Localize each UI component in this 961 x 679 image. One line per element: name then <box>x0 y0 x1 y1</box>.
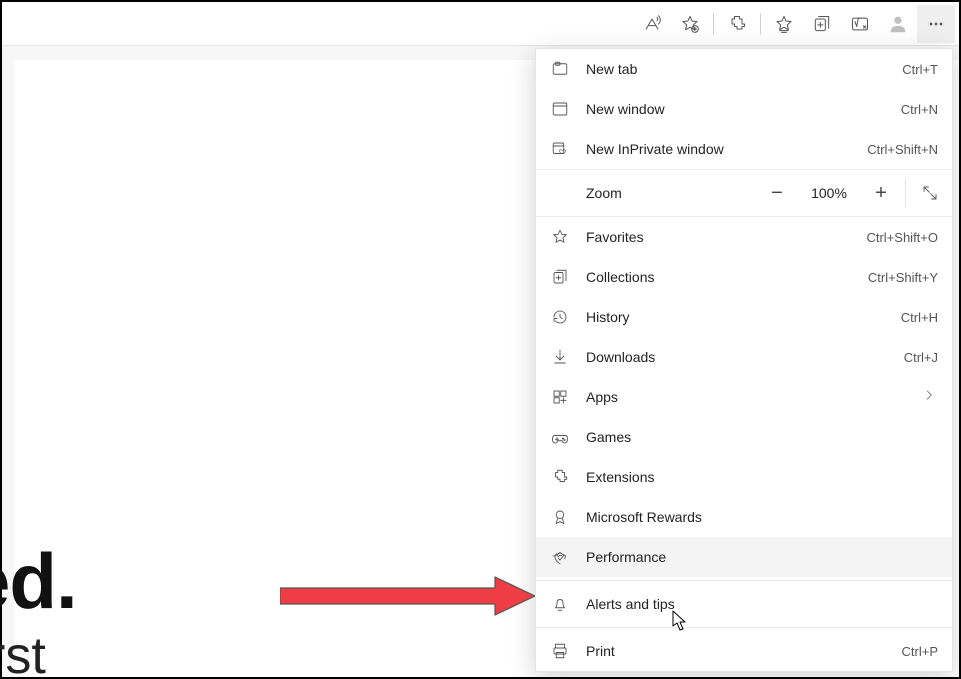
bell-icon <box>550 594 570 614</box>
chevron-right-icon <box>922 388 938 407</box>
favorites-star-icon <box>550 227 570 247</box>
zoom-value: 100% <box>799 185 859 201</box>
browser-toolbar <box>2 2 959 46</box>
menu-label: Alerts and tips <box>586 596 938 612</box>
menu-item-extensions[interactable]: Extensions <box>536 457 952 497</box>
menu-shortcut: Ctrl+J <box>904 350 938 365</box>
new-tab-icon <box>550 59 570 79</box>
toolbar-separator <box>713 13 714 35</box>
collections-icon <box>550 267 570 287</box>
menu-shortcut: Ctrl+T <box>902 62 938 77</box>
new-window-icon <box>550 99 570 119</box>
menu-item-performance[interactable]: Performance <box>536 537 952 577</box>
menu-item-games[interactable]: Games <box>536 417 952 457</box>
history-icon <box>550 307 570 327</box>
zoom-out-button[interactable]: − <box>755 171 799 215</box>
toolbar-right-icons <box>633 2 955 45</box>
menu-label: Apps <box>586 389 922 405</box>
menu-separator <box>536 627 952 628</box>
more-menu-button[interactable] <box>917 5 955 43</box>
menu-item-history[interactable]: History Ctrl+H <box>536 297 952 337</box>
menu-item-new-window[interactable]: New window Ctrl+N <box>536 89 952 129</box>
menu-shortcut: Ctrl+Shift+N <box>867 142 938 157</box>
menu-item-new-tab[interactable]: New tab Ctrl+T <box>536 49 952 89</box>
profile-icon[interactable] <box>879 5 917 43</box>
menu-label: Games <box>586 429 938 445</box>
add-favorite-icon[interactable] <box>671 5 709 43</box>
settings-and-more-menu: New tab Ctrl+T New window Ctrl+N New InP… <box>535 48 953 672</box>
zoom-separator <box>905 178 906 208</box>
menu-item-apps[interactable]: Apps <box>536 377 952 417</box>
menu-label: History <box>586 309 901 325</box>
downloads-icon <box>550 347 570 367</box>
menu-item-new-inprivate[interactable]: New InPrivate window Ctrl+Shift+N <box>536 129 952 169</box>
games-icon <box>550 427 570 447</box>
menu-label: Collections <box>586 269 868 285</box>
performance-icon <box>550 547 570 567</box>
apps-icon <box>550 387 570 407</box>
menu-label: Downloads <box>586 349 904 365</box>
menu-label: New InPrivate window <box>586 141 867 157</box>
read-aloud-icon[interactable] <box>633 5 671 43</box>
extensions-icon[interactable] <box>718 5 756 43</box>
menu-label: Favorites <box>586 229 866 245</box>
fullscreen-button[interactable] <box>908 171 952 215</box>
extensions-puzzle-icon <box>550 467 570 487</box>
menu-label: Microsoft Rewards <box>586 509 938 525</box>
menu-item-collections[interactable]: Collections Ctrl+Shift+Y <box>536 257 952 297</box>
menu-shortcut: Ctrl+Shift+Y <box>868 270 938 285</box>
math-solver-icon[interactable] <box>841 5 879 43</box>
rewards-icon <box>550 507 570 527</box>
menu-item-alerts[interactable]: Alerts and tips <box>536 584 952 624</box>
menu-item-favorites[interactable]: Favorites Ctrl+Shift+O <box>536 217 952 257</box>
menu-shortcut: Ctrl+Shift+O <box>866 230 938 245</box>
menu-shortcut: Ctrl+H <box>901 310 938 325</box>
menu-label: New tab <box>586 61 902 77</box>
inprivate-icon <box>550 139 570 159</box>
page-subheading-fragment: first <box>0 626 46 679</box>
menu-item-downloads[interactable]: Downloads Ctrl+J <box>536 337 952 377</box>
menu-separator <box>536 580 952 581</box>
page-heading-fragment: ted. <box>0 536 77 627</box>
zoom-in-button[interactable]: + <box>859 171 903 215</box>
menu-shortcut: Ctrl+N <box>901 102 938 117</box>
menu-label: Extensions <box>586 469 938 485</box>
print-icon <box>550 641 570 661</box>
menu-zoom-row: Zoom − 100% + <box>536 169 952 217</box>
zoom-label: Zoom <box>536 185 755 201</box>
toolbar-separator <box>760 13 761 35</box>
menu-label: Print <box>586 643 902 659</box>
favorites-icon[interactable] <box>765 5 803 43</box>
menu-item-print[interactable]: Print Ctrl+P <box>536 631 952 671</box>
menu-label: New window <box>586 101 901 117</box>
menu-item-rewards[interactable]: Microsoft Rewards <box>536 497 952 537</box>
menu-label: Performance <box>586 549 938 565</box>
collections-icon[interactable] <box>803 5 841 43</box>
menu-shortcut: Ctrl+P <box>902 644 938 659</box>
